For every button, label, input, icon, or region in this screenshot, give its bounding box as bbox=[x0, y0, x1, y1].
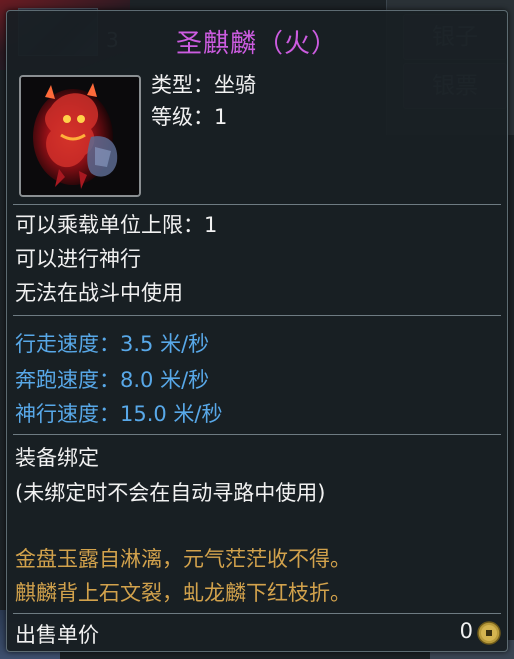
divider bbox=[13, 315, 501, 316]
item-tooltip: 圣麒麟（火） 类型：坐骑 等级：1 可以乘载单位上限：1 可以进行神行 无法在战… bbox=[6, 10, 508, 652]
item-type: 类型：坐骑 bbox=[151, 73, 256, 97]
red-flaming-qilin-mount-icon bbox=[19, 75, 141, 197]
sell-price-label: 出售单价 bbox=[15, 623, 99, 647]
divider bbox=[13, 434, 501, 435]
stat-divine-speed: 神行速度：15.0 米/秒 bbox=[15, 402, 223, 426]
item-level: 等级：1 bbox=[151, 105, 228, 129]
flavor-text-line-1: 金盘玉露自淋漓，元气茫茫收不得。 bbox=[15, 547, 351, 571]
binding-type: 装备绑定 bbox=[15, 446, 99, 470]
stat-walk-speed: 行走速度：3.5 米/秒 bbox=[15, 332, 210, 356]
property-no-combat: 无法在战斗中使用 bbox=[15, 281, 183, 305]
divider bbox=[13, 613, 501, 614]
binding-note: (未绑定时不会在自动寻路中使用) bbox=[15, 481, 326, 505]
property-capacity: 可以乘载单位上限：1 bbox=[15, 213, 218, 237]
divider bbox=[13, 204, 501, 205]
property-divine-travel: 可以进行神行 bbox=[15, 247, 141, 271]
copper-coin-icon bbox=[477, 621, 501, 645]
item-name: 圣麒麟（火） bbox=[175, 29, 338, 59]
stat-run-speed: 奔跑速度：8.0 米/秒 bbox=[15, 368, 210, 392]
flavor-text-line-2: 麒麟背上石文裂，虬龙麟下红枝折。 bbox=[15, 581, 351, 605]
sell-price-value: 0 bbox=[459, 619, 473, 643]
